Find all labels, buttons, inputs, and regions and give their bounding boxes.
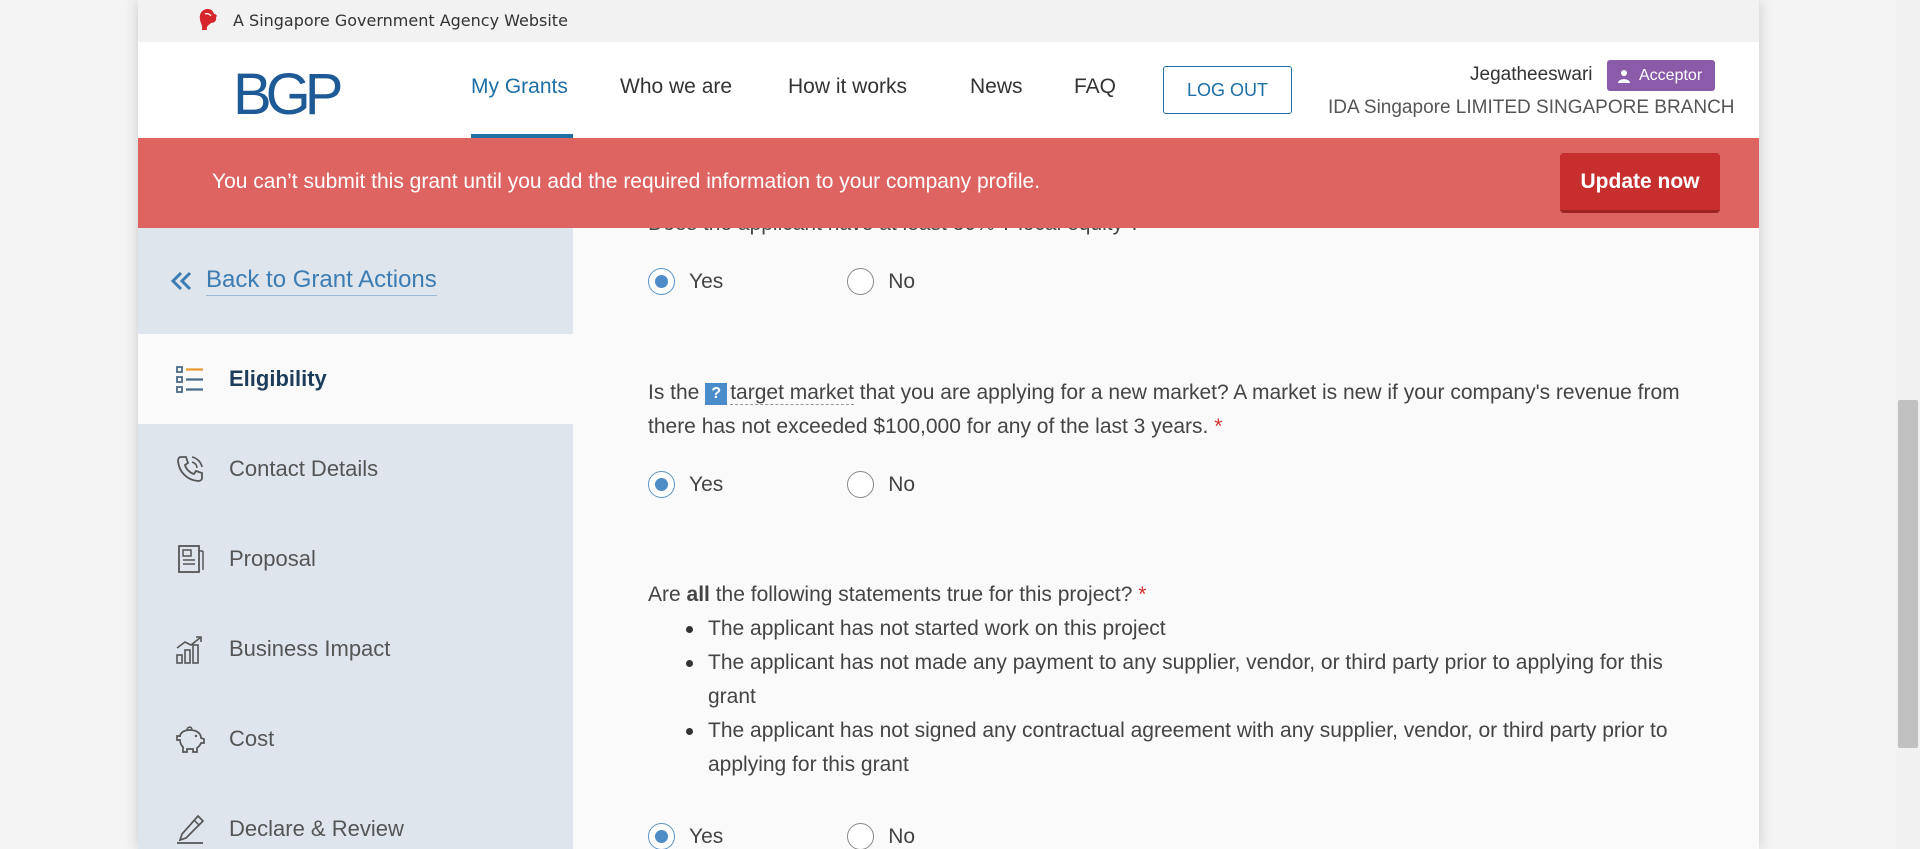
alert-message: You can’t submit this grant until you ad… bbox=[212, 170, 1041, 193]
statements-list: The applicant has not started work on th… bbox=[648, 612, 1708, 782]
piggy-bank-icon bbox=[176, 726, 205, 753]
radio-circle[interactable] bbox=[648, 268, 675, 295]
radio-no[interactable]: No bbox=[847, 471, 915, 498]
radio-no[interactable]: No bbox=[847, 268, 915, 295]
gov-masthead-text: A Singapore Government Agency Website bbox=[233, 11, 568, 30]
sidebar-item-label: Contact Details bbox=[229, 456, 379, 481]
question-local-equity: Does the applicant have at least 30% ? l… bbox=[648, 228, 1141, 236]
phone-icon bbox=[177, 456, 203, 482]
radio-label: No bbox=[888, 472, 916, 496]
lion-head-icon bbox=[199, 9, 217, 30]
sidebar-item-label: Cost bbox=[229, 726, 275, 751]
question-target-market: Is the ? target market that you are apply… bbox=[648, 376, 1708, 444]
radio-label: No bbox=[888, 269, 916, 293]
nav-news[interactable]: News bbox=[970, 75, 1023, 99]
bar-chart-icon bbox=[176, 636, 202, 664]
sidebar-item-label: Proposal bbox=[229, 546, 316, 571]
document-icon bbox=[178, 545, 204, 573]
list-item: The applicant has not made any payment t… bbox=[648, 646, 1708, 714]
sidebar-item-label: Declare & Review bbox=[229, 816, 404, 841]
radio-circle[interactable] bbox=[847, 471, 875, 498]
scrollbar-thumb[interactable] bbox=[1898, 400, 1918, 748]
nav-my-grants[interactable]: My Grants bbox=[471, 75, 568, 99]
question-text: the following statements true for this p… bbox=[709, 583, 1133, 606]
question-text: Are bbox=[648, 583, 687, 606]
logout-button[interactable]: LOG OUT bbox=[1163, 66, 1292, 114]
sidebar: Back to Grant Actions Eligibility Contac… bbox=[138, 228, 573, 849]
profile-alert-banner: You can’t submit this grant until you ad… bbox=[138, 138, 1759, 228]
radio-yes[interactable]: Yes bbox=[648, 471, 723, 498]
radio-no[interactable]: No bbox=[847, 823, 915, 849]
required-asterisk: * bbox=[1138, 583, 1147, 606]
site-header: BGP My Grants Who we are How it works Ne… bbox=[138, 42, 1759, 138]
gov-masthead: A Singapore Government Agency Website bbox=[138, 0, 1759, 42]
back-link-label: Back to Grant Actions bbox=[206, 266, 437, 296]
question-text: Is the bbox=[648, 381, 706, 404]
page-scrollbar[interactable] bbox=[1896, 0, 1920, 849]
radio-circle[interactable] bbox=[847, 823, 875, 849]
eligibility-form: Does the applicant have at least 30% ? l… bbox=[573, 228, 1759, 849]
back-to-grant-actions-link[interactable]: Back to Grant Actions bbox=[170, 266, 437, 296]
sidebar-item-cost[interactable]: Cost bbox=[138, 694, 573, 784]
radio-group-target-market: Yes No bbox=[648, 471, 915, 498]
page: A Singapore Government Agency Website BG… bbox=[138, 0, 1759, 849]
radio-yes[interactable]: Yes bbox=[648, 823, 723, 849]
sidebar-item-business-impact[interactable]: Business Impact bbox=[138, 604, 573, 694]
list-item: The applicant has not started work on th… bbox=[648, 612, 1708, 646]
list-item: The applicant has not signed any contrac… bbox=[648, 714, 1708, 782]
radio-label: No bbox=[888, 824, 916, 848]
role-label: Acceptor bbox=[1639, 66, 1703, 84]
radio-circle[interactable] bbox=[648, 471, 675, 498]
user-icon bbox=[1618, 69, 1630, 83]
double-chevron-left-icon bbox=[170, 271, 192, 291]
radio-label: Yes bbox=[689, 824, 724, 848]
sidebar-item-eligibility[interactable]: Eligibility bbox=[138, 334, 573, 424]
radio-group-statements: Yes No bbox=[648, 823, 915, 849]
role-badge: Acceptor bbox=[1607, 60, 1715, 91]
radio-yes[interactable]: Yes bbox=[648, 268, 723, 295]
update-now-button[interactable]: Update now bbox=[1560, 153, 1720, 213]
radio-circle[interactable] bbox=[847, 268, 875, 295]
list-icon bbox=[176, 366, 203, 393]
help-question-icon[interactable]: ? bbox=[705, 383, 728, 405]
radio-circle[interactable] bbox=[648, 823, 675, 849]
radio-group-local-equity: Yes No bbox=[648, 268, 915, 295]
nav-how-it-works[interactable]: How it works bbox=[788, 75, 907, 99]
company-name: IDA Singapore LIMITED SINGAPORE BRANCH bbox=[1328, 97, 1735, 118]
question-statements-true: Are all the following statements true fo… bbox=[648, 578, 1708, 612]
sidebar-item-contact-details[interactable]: Contact Details bbox=[138, 424, 573, 514]
sidebar-item-proposal[interactable]: Proposal bbox=[138, 514, 573, 604]
target-market-term[interactable]: target market bbox=[730, 381, 854, 405]
pen-icon bbox=[177, 814, 205, 844]
bgp-logo[interactable]: BGP bbox=[233, 66, 343, 124]
sidebar-item-declare-review[interactable]: Declare & Review bbox=[138, 784, 573, 849]
emphasis-text: all bbox=[686, 583, 710, 606]
sidebar-item-label: Eligibility bbox=[229, 366, 327, 391]
radio-label: Yes bbox=[689, 269, 724, 293]
sidebar-item-label: Business Impact bbox=[229, 636, 391, 661]
user-name[interactable]: Jegatheeswari bbox=[1470, 64, 1593, 86]
required-asterisk: * bbox=[1214, 415, 1223, 438]
radio-label: Yes bbox=[689, 472, 724, 496]
nav-faq[interactable]: FAQ bbox=[1074, 75, 1116, 99]
nav-who-we-are[interactable]: Who we are bbox=[620, 75, 732, 99]
